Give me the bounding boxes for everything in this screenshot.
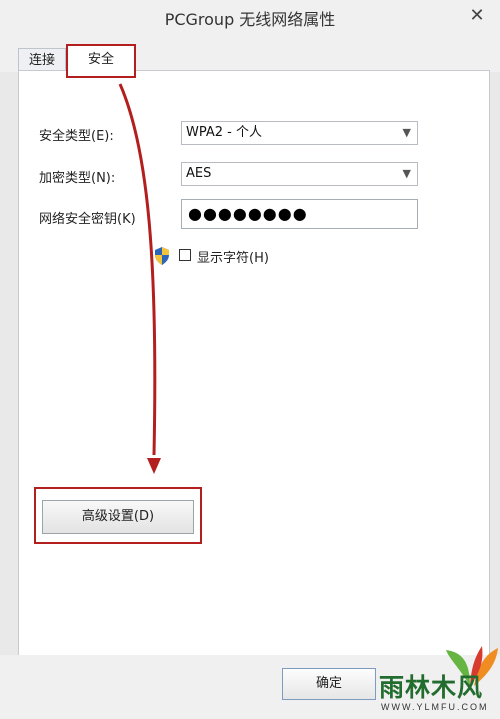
shield-icon bbox=[155, 247, 169, 265]
chevron-down-icon: ▼ bbox=[402, 126, 411, 139]
security-type-label: 安全类型(E): bbox=[39, 129, 114, 144]
title-bar: PCGroup 无线网络属性 ✕ bbox=[0, 0, 500, 36]
watermark-url: WWW.YLMFU.COM bbox=[381, 702, 489, 712]
show-characters-label[interactable]: 显示字符(H) bbox=[197, 247, 269, 266]
network-key-label: 网络安全密钥(K) bbox=[39, 212, 136, 227]
chevron-down-icon: ▼ bbox=[402, 167, 411, 180]
watermark-name: 雨林木风 bbox=[379, 673, 484, 702]
security-panel: 安全类型(E): WPA2 - 个人 ▼ 加密类型(N): AES ▼ 网络安全… bbox=[18, 70, 490, 657]
encryption-type-select[interactable]: AES ▼ bbox=[181, 162, 418, 186]
tab-strip: 连接 安全 bbox=[0, 36, 500, 78]
encryption-type-value: AES bbox=[186, 166, 212, 181]
network-key-input[interactable]: ●●●●●●●● bbox=[181, 199, 418, 229]
advanced-settings-button[interactable]: 高级设置(D) bbox=[42, 500, 194, 534]
close-button[interactable]: ✕ bbox=[464, 4, 490, 28]
wireless-properties-dialog: PCGroup 无线网络属性 ✕ 连接 安全 安全类型(E): WPA2 - 个… bbox=[0, 0, 500, 719]
show-characters-checkbox[interactable] bbox=[179, 249, 191, 261]
watermark-logo: 雨林木风 WWW.YLMFU.COM bbox=[363, 646, 500, 719]
ok-button[interactable]: 确定 bbox=[282, 668, 376, 700]
encryption-type-label: 加密类型(N): bbox=[39, 171, 116, 186]
window-title: PCGroup 无线网络属性 bbox=[164, 10, 336, 29]
security-type-value: WPA2 - 个人 bbox=[186, 125, 262, 140]
security-type-select[interactable]: WPA2 - 个人 ▼ bbox=[181, 121, 418, 145]
tab-security[interactable]: 安全 bbox=[66, 44, 136, 78]
